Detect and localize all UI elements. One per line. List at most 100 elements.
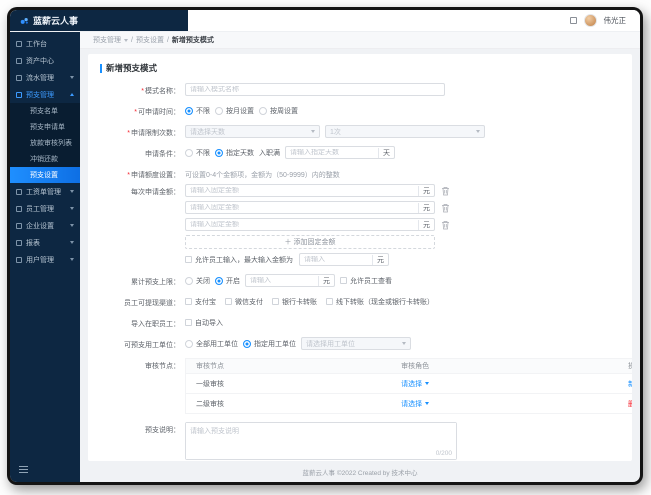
sidebar-item-workbench[interactable]: 工作台	[10, 35, 80, 52]
radio-icon	[185, 339, 193, 348]
submenu-item-writeoff-repayment[interactable]: 冲销还款	[10, 151, 80, 167]
sidebar-item-reports[interactable]: 报表	[10, 234, 80, 251]
work-unit-select[interactable]: 请选择用工单位	[301, 337, 411, 350]
note-textarea[interactable]	[186, 423, 456, 459]
page-title-row: 新增预支模式	[100, 62, 620, 74]
yuan-unit: 元	[418, 185, 430, 196]
apply-condition-label: 申请条件：	[145, 151, 180, 158]
sidebar-item-advance-management[interactable]: 预支管理	[10, 86, 80, 103]
sidebar-item-asset-center[interactable]: 资产中心	[10, 52, 80, 69]
checkbox-icon	[326, 298, 333, 305]
role-select-link[interactable]: 请选择	[401, 379, 422, 389]
advance-icon	[16, 91, 22, 98]
advance-mode-form: *模式名称： *可申请时间： 不限 按月设置 按周设	[100, 83, 632, 461]
note-label: 预支说明：	[145, 427, 180, 434]
amount-row: 元	[185, 184, 450, 197]
mode-name-label: 模式名称：	[145, 88, 180, 95]
import-staff-label: 导入在职员工：	[131, 321, 180, 328]
radio-icon	[215, 106, 223, 115]
sidebar-item-company-settings[interactable]: 企业设置	[10, 217, 80, 234]
per-amount-label: 每次申请金额：	[131, 189, 180, 196]
radio-condition-days[interactable]: 指定天数	[215, 148, 254, 158]
role-select-link[interactable]: 请选择	[401, 399, 422, 409]
radio-monthly[interactable]: 按月设置	[215, 106, 254, 116]
radio-specified-units[interactable]: 指定用工单位	[243, 339, 296, 349]
form-row-quota: *申请额度设置： 可设置0-4个金额项，金额为（50-9999）内的整数	[100, 167, 620, 180]
sidebar-item-label: 资产中心	[26, 57, 54, 65]
chevron-up-icon	[70, 93, 74, 96]
username[interactable]: 伟光正	[604, 15, 627, 26]
auto-import-checkbox[interactable]: 自动导入	[185, 318, 223, 328]
add-amount-button[interactable]: ＋ 添加固定金额	[185, 235, 435, 249]
add-node-link[interactable]: 新增	[628, 381, 632, 388]
condition-days-input[interactable]	[290, 149, 374, 156]
required-mark: *	[127, 130, 130, 137]
cumulative-amount-input[interactable]	[250, 277, 314, 284]
max-amount-input[interactable]	[304, 256, 368, 263]
sidebar-item-flow-management[interactable]: 流水管理	[10, 69, 80, 86]
channel-alipay-checkbox[interactable]: 支付宝	[185, 297, 216, 307]
allow-input-checkbox[interactable]: 允许员工输入，最大输入金额为	[185, 255, 293, 265]
chevron-down-icon	[70, 190, 74, 193]
sidebar-item-user-management[interactable]: 用户管理	[10, 251, 80, 268]
checkbox-icon	[185, 298, 192, 305]
radio-condition-no-limit[interactable]: 不限	[185, 148, 210, 158]
employee-view-checkbox[interactable]: 允许员工查看	[340, 276, 392, 286]
submenu-item-label: 预支名单	[30, 108, 58, 115]
submenu-item-loan-review-list[interactable]: 放款审核列表	[10, 135, 80, 151]
radio-weekly[interactable]: 按周设置	[259, 106, 298, 116]
max-amount-input-box: 元	[299, 253, 389, 266]
top-bar: 蓝薪云人事 伟光正	[10, 10, 640, 32]
fixed-amount-input-box: 元	[185, 218, 435, 231]
channel-offline-checkbox[interactable]: 线下转账（现金或银行卡转账）	[326, 297, 434, 307]
breadcrumb-item[interactable]: 预支设置	[136, 35, 164, 45]
checkbox-icon	[272, 298, 279, 305]
radio-cumulative-on[interactable]: 开启	[215, 276, 240, 286]
breadcrumb: 预支管理 / 预支设置 / 新增预支模式	[80, 32, 640, 49]
apply-limit-days-select[interactable]: 请选择天数	[185, 125, 320, 138]
collapse-sidebar-icon[interactable]	[19, 464, 28, 475]
sidebar-item-label: 工资单管理	[26, 188, 61, 196]
submenu-item-advance-list[interactable]: 预支名单	[10, 103, 80, 119]
channel-wechat-checkbox[interactable]: 微信支付	[225, 297, 263, 307]
delete-amount-icon[interactable]	[441, 220, 450, 230]
sidebar-item-label: 报表	[26, 239, 40, 247]
fixed-amount-input[interactable]	[190, 187, 414, 194]
breadcrumb-item[interactable]: 预支管理	[93, 35, 121, 45]
channels-label: 员工可提现渠道：	[124, 300, 180, 307]
sidebar: 工作台 资产中心 流水管理 预支管理 预支名单 预支申请单 放款审核列表 冲销还…	[10, 32, 80, 482]
employee-icon	[16, 205, 22, 212]
sidebar-item-label: 工作台	[26, 40, 47, 48]
fixed-amount-input[interactable]	[190, 221, 414, 228]
form-row-mode-name: *模式名称：	[100, 83, 620, 96]
amount-row: 元	[185, 201, 450, 214]
radio-cumulative-off[interactable]: 关闭	[185, 276, 210, 286]
fixed-amount-input[interactable]	[190, 204, 414, 211]
sidebar-item-employee-management[interactable]: 员工管理	[10, 200, 80, 217]
delete-node-link[interactable]: 删除	[628, 401, 632, 408]
table-row: 二级审核 请选择 删除	[186, 394, 632, 414]
payroll-icon	[16, 188, 22, 195]
fixed-amount-input-box: 元	[185, 201, 435, 214]
checkbox-icon	[185, 256, 192, 263]
submenu-item-advance-application[interactable]: 预支申请单	[10, 119, 80, 135]
logo[interactable]: 蓝薪云人事	[10, 10, 188, 31]
fullscreen-icon[interactable]	[569, 17, 577, 24]
chevron-down-icon	[425, 382, 430, 385]
submenu-item-advance-settings[interactable]: 预支设置	[10, 167, 80, 183]
delete-amount-icon[interactable]	[441, 186, 450, 196]
radio-no-limit[interactable]: 不限	[185, 106, 210, 116]
channel-bankcard-checkbox[interactable]: 银行卡转账	[272, 297, 317, 307]
mode-name-input[interactable]	[190, 86, 440, 93]
form-row-apply-condition: 申请条件： 不限 指定天数 入职满 天	[100, 146, 620, 159]
avatar[interactable]	[583, 14, 597, 27]
delete-amount-icon[interactable]	[441, 203, 450, 213]
sidebar-item-payroll-management[interactable]: 工资单管理	[10, 183, 80, 200]
chevron-down-icon	[124, 38, 128, 42]
radio-all-units[interactable]: 全部用工单位	[185, 339, 238, 349]
yuan-unit: 元	[418, 202, 430, 213]
flow-icon	[16, 74, 22, 81]
apply-limit-count-select[interactable]: 1次	[325, 125, 485, 138]
radio-icon	[215, 276, 223, 285]
table-row: 一级审核 请选择 新增	[186, 374, 632, 394]
